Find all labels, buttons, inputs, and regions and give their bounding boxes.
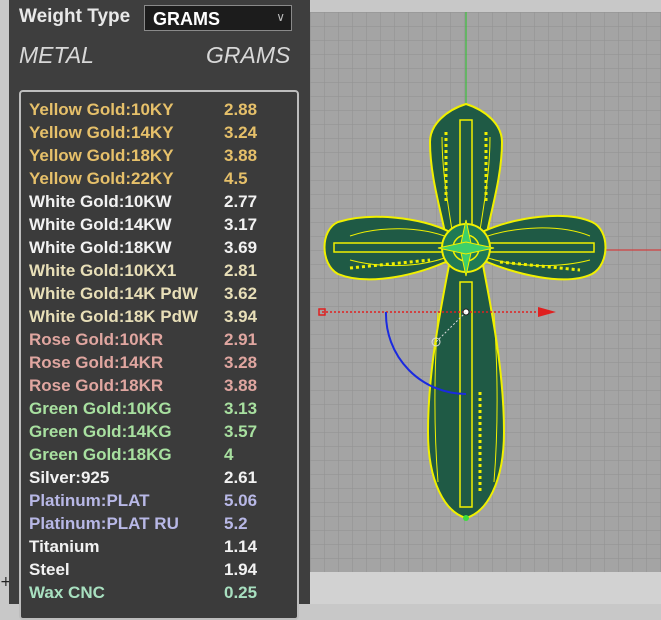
metal-name: Rose Gold:10KR: [29, 330, 164, 349]
metal-grams: 4: [224, 445, 234, 464]
metal-grams: 2.81: [224, 261, 258, 280]
chevron-down-icon: ∨: [276, 10, 285, 24]
list-item[interactable]: White Gold:14KW 3.17: [29, 215, 299, 238]
list-item[interactable]: White Gold:10KX1 2.81: [29, 261, 299, 284]
metal-grams: 4.5: [224, 169, 248, 188]
list-item[interactable]: Platinum:PLAT 5.06: [29, 491, 299, 514]
metal-grams: 0.25: [224, 583, 258, 602]
metal-name: Steel: [29, 560, 70, 579]
metal-name: Yellow Gold:14KY: [29, 123, 174, 142]
metal-grams: 2.77: [224, 192, 258, 211]
metal-grams: 3.69: [224, 238, 258, 257]
metal-name: White Gold:10KW: [29, 192, 172, 211]
metal-name: White Gold:18KW: [29, 238, 172, 257]
list-item[interactable]: White Gold:10KW 2.77: [29, 192, 299, 215]
metal-grams: 1.14: [224, 537, 258, 556]
list-item[interactable]: Yellow Gold:10KY 2.88: [29, 100, 299, 123]
list-item[interactable]: Titanium 1.14: [29, 537, 299, 560]
list-item[interactable]: White Gold:14K PdW 3.62: [29, 284, 299, 307]
viewport-canvas[interactable]: [310, 12, 661, 572]
list-item[interactable]: Silver:925 2.61: [29, 468, 299, 491]
viewport-status-strip: [310, 572, 661, 604]
list-item[interactable]: Green Gold:10KG 3.13: [29, 399, 299, 422]
list-item[interactable]: Steel 1.94: [29, 560, 299, 583]
metal-grams: 2.91: [224, 330, 258, 349]
list-item[interactable]: Rose Gold:10KR 2.91: [29, 330, 299, 353]
list-item[interactable]: Green Gold:14KG 3.57: [29, 422, 299, 445]
metal-name: Platinum:PLAT RU: [29, 514, 179, 533]
metal-grams: 3.62: [224, 284, 258, 303]
metal-name: Green Gold:10KG: [29, 399, 172, 418]
metal-name: Green Gold:14KG: [29, 422, 172, 441]
list-item[interactable]: White Gold:18KW 3.69: [29, 238, 299, 261]
metal-name: White Gold:14KW: [29, 215, 172, 234]
metal-grams: 3.24: [224, 123, 258, 142]
list-item[interactable]: Wax CNC 0.25: [29, 583, 299, 606]
metal-name: Silver:925: [29, 468, 110, 487]
metal-grams: 3.17: [224, 215, 258, 234]
list-item[interactable]: Yellow Gold:18KY 3.88: [29, 146, 299, 169]
metal-name: Titanium: [29, 537, 100, 556]
metal-list[interactable]: Yellow Gold:10KY 2.88 Yellow Gold:14KY 3.24…: [19, 90, 299, 620]
metal-name: Green Gold:18KG: [29, 445, 172, 464]
metal-grams: 3.88: [224, 146, 258, 165]
metal-name: Platinum:PLAT: [29, 491, 150, 510]
list-item[interactable]: Yellow Gold:14KY 3.24: [29, 123, 299, 146]
metal-grams: 3.57: [224, 422, 258, 441]
list-item[interactable]: Rose Gold:14KR 3.28: [29, 353, 299, 376]
list-item[interactable]: White Gold:18K PdW 3.94: [29, 307, 299, 330]
metal-name: Yellow Gold:22KY: [29, 169, 174, 188]
metal-grams: 1.94: [224, 560, 258, 579]
weight-type-value: GRAMS: [153, 9, 220, 29]
metal-grams: 5.2: [224, 514, 248, 533]
metal-weight-panel: Weight Type GRAMS ∨ METAL GRAMS Yellow G…: [9, 0, 310, 620]
list-item[interactable]: Green Gold:18KG 4: [29, 445, 299, 468]
list-item[interactable]: Yellow Gold:22KY 4.5: [29, 169, 299, 192]
weight-type-select[interactable]: GRAMS ∨: [144, 5, 292, 31]
metal-name: Yellow Gold:18KY: [29, 146, 174, 165]
weight-type-label: Weight Type: [19, 6, 131, 27]
metal-name: White Gold:14K PdW: [29, 284, 199, 303]
list-item[interactable]: Rose Gold:18KR 3.88: [29, 376, 299, 399]
metal-name: Rose Gold:18KR: [29, 376, 164, 395]
metal-name: Wax CNC: [29, 583, 105, 602]
3d-viewport[interactable]: [310, 12, 661, 572]
metal-grams: 3.94: [224, 307, 258, 326]
metal-name: White Gold:10KX1: [29, 261, 177, 280]
metal-grams: 2.88: [224, 100, 258, 119]
metal-grams: 5.06: [224, 491, 258, 510]
list-item[interactable]: Platinum:PLAT RU 5.2: [29, 514, 299, 537]
metal-name: Rose Gold:14KR: [29, 353, 164, 372]
viewport-top-strip: [310, 0, 661, 12]
metal-grams: 3.13: [224, 399, 258, 418]
metal-grams: 3.88: [224, 376, 258, 395]
metal-name: White Gold:18K PdW: [29, 307, 199, 326]
metal-grams: 3.28: [224, 353, 258, 372]
metal-column-header: METAL: [19, 42, 94, 68]
grams-column-header: GRAMS: [206, 42, 291, 68]
metal-name: Yellow Gold:10KY: [29, 100, 174, 119]
metal-grams: 2.61: [224, 468, 258, 487]
